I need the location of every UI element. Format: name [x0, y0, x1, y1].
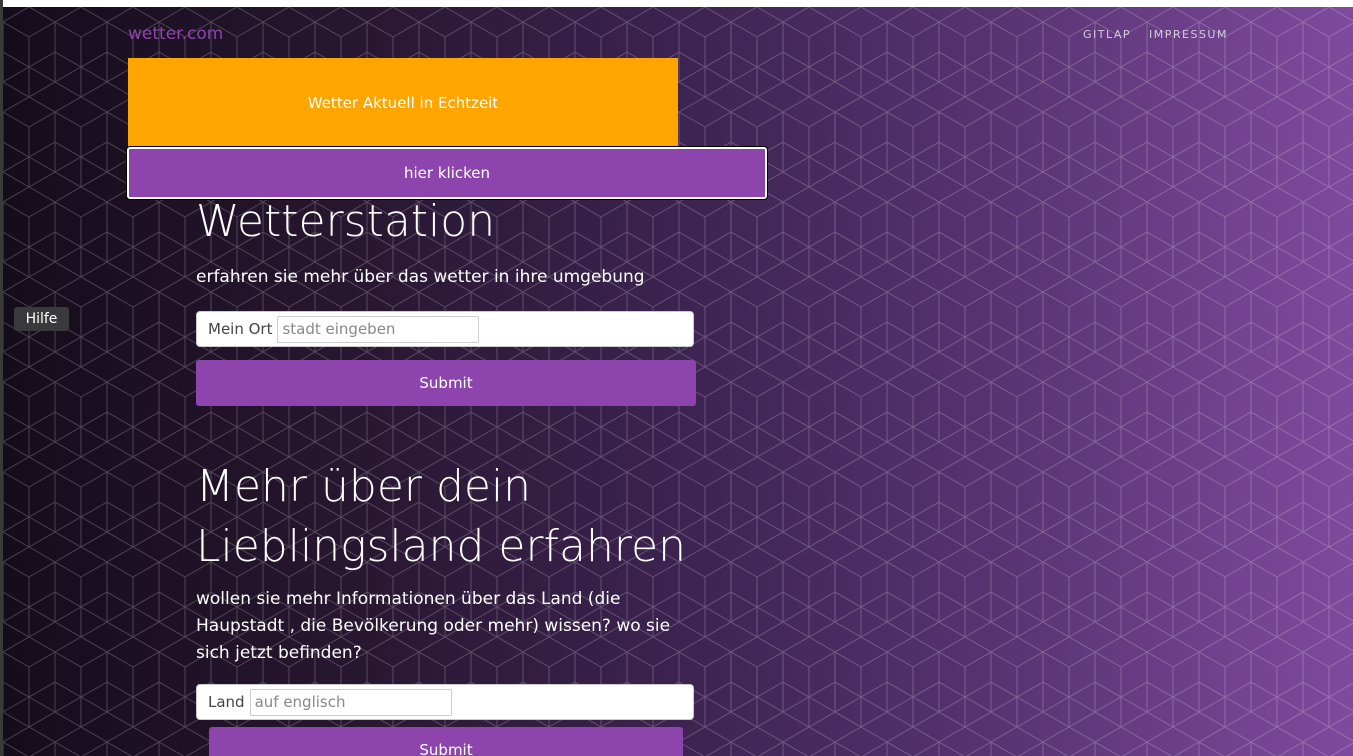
- country-submit-button[interactable]: Submit: [209, 727, 683, 756]
- country-subtitle: wollen sie mehr Informationen über das L…: [196, 589, 671, 663]
- country-input-label: Land: [208, 693, 245, 711]
- country-input[interactable]: [249, 688, 452, 716]
- page-title: Wetterstation: [196, 196, 496, 247]
- weather-subtitle: erfahren sie mehr über das wetter in ihr…: [196, 267, 645, 287]
- browser-top-strip: [0, 0, 1353, 7]
- nav-link-gitlap[interactable]: GITLAP: [1083, 28, 1131, 41]
- page-background: wetter.com GITLAP IMPRESSUM Wetter Aktue…: [3, 7, 1353, 756]
- city-input[interactable]: [277, 315, 480, 343]
- city-input-label: Mein Ort: [208, 320, 273, 338]
- nav-link-impressum[interactable]: IMPRESSUM: [1149, 28, 1228, 41]
- click-here-button[interactable]: hier klicken: [127, 147, 767, 199]
- help-button[interactable]: Hilfe: [14, 307, 69, 331]
- brand-link[interactable]: wetter.com: [128, 24, 223, 44]
- country-input-group: Land: [196, 684, 694, 720]
- city-input-group: Mein Ort: [196, 311, 694, 347]
- city-submit-button[interactable]: Submit: [196, 360, 696, 406]
- realtime-weather-banner: Wetter Aktuell in Echtzeit: [128, 58, 678, 148]
- country-section-title: Mehr über dein Lieblingsland erfahren: [196, 461, 686, 572]
